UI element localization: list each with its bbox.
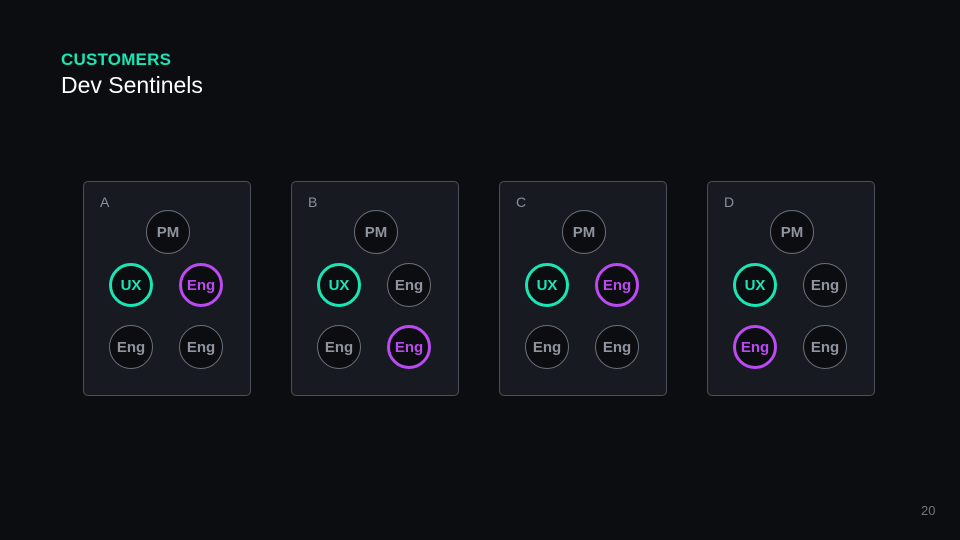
eng-node-bottom-left: Eng <box>317 325 361 369</box>
team-panel-b: B PM UX Eng Eng Eng <box>291 181 459 396</box>
panel-label: A <box>100 194 110 210</box>
eng-node-bottom-right: Eng <box>595 325 639 369</box>
team-panel-d: D PM UX Eng Eng Eng <box>707 181 875 396</box>
pm-node: PM <box>770 210 814 254</box>
pm-node: PM <box>354 210 398 254</box>
pm-node: PM <box>146 210 190 254</box>
panel-label: B <box>308 194 318 210</box>
eng-node-bottom-left: Eng <box>733 325 777 369</box>
eng-node-bottom-right: Eng <box>179 325 223 369</box>
panel-label: C <box>516 194 527 210</box>
page-number: 20 <box>921 503 936 518</box>
eng-node-top: Eng <box>179 263 223 307</box>
team-panel-c: C PM UX Eng Eng Eng <box>499 181 667 396</box>
eyebrow-label: CUSTOMERS <box>61 50 172 69</box>
panel-label: D <box>724 194 735 210</box>
team-panel-a: A PM UX Eng Eng Eng <box>83 181 251 396</box>
eng-node-top: Eng <box>803 263 847 307</box>
eng-node-bottom-left: Eng <box>525 325 569 369</box>
pm-node: PM <box>562 210 606 254</box>
eng-node-bottom-right: Eng <box>803 325 847 369</box>
eng-node-bottom-right: Eng <box>387 325 431 369</box>
ux-node: UX <box>109 263 153 307</box>
ux-node: UX <box>525 263 569 307</box>
ux-node: UX <box>733 263 777 307</box>
page-title: Dev Sentinels <box>61 72 203 98</box>
eng-node-top: Eng <box>387 263 431 307</box>
eng-node-top: Eng <box>595 263 639 307</box>
eng-node-bottom-left: Eng <box>109 325 153 369</box>
ux-node: UX <box>317 263 361 307</box>
